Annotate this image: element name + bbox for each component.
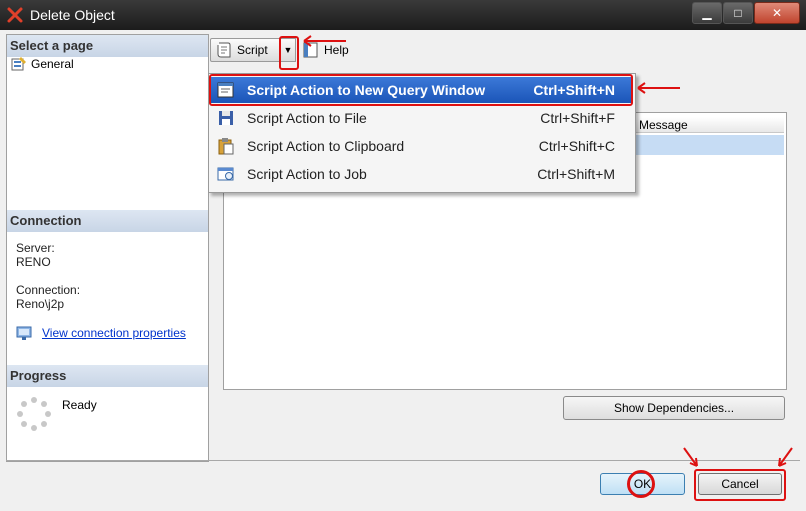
window-title: Delete Object <box>30 7 115 23</box>
message-column-header[interactable]: Message <box>634 117 784 133</box>
connection-label: Connection: <box>16 283 81 297</box>
connection-header: Connection <box>7 210 208 232</box>
annotation-arrow-icon <box>683 447 698 467</box>
annotation-arrow-icon <box>303 35 346 47</box>
script-label: Script <box>237 43 268 57</box>
menu-item-shortcut: Ctrl+Shift+M <box>537 166 615 182</box>
server-label: Server: <box>16 241 55 255</box>
menu-item-script-to-file[interactable]: Script Action to File Ctrl+Shift+F <box>211 105 631 131</box>
close-icon: ✕ <box>771 6 783 20</box>
page-item-general[interactable]: General <box>11 57 74 71</box>
annotation-circle-ok <box>627 470 655 498</box>
connection-properties-icon <box>16 326 32 340</box>
annotation-box-cancel <box>694 469 786 501</box>
menu-item-label: Script Action to Job <box>247 166 367 182</box>
progress-status: Ready <box>62 398 97 412</box>
menu-item-script-to-job[interactable]: Script Action to Job Ctrl+Shift+M <box>211 161 631 187</box>
select-page-header: Select a page <box>7 35 208 57</box>
window-controls: ▁ □ ✕ <box>691 2 800 24</box>
left-panel: Select a page General Connection Server:… <box>6 34 209 462</box>
minimize-icon: ▁ <box>702 6 712 20</box>
close-button[interactable]: ✕ <box>754 2 800 24</box>
annotation-box-menu-item <box>209 74 633 106</box>
job-icon <box>217 167 234 181</box>
maximize-icon: □ <box>734 6 742 20</box>
menu-item-label: Script Action to Clipboard <box>247 138 405 154</box>
menu-item-shortcut: Ctrl+Shift+F <box>540 110 615 126</box>
annotation-arrow-icon <box>778 447 793 467</box>
show-dependencies-button[interactable]: Show Dependencies... <box>563 396 785 420</box>
general-page-icon <box>11 57 26 71</box>
script-button[interactable]: Script <box>210 38 282 62</box>
progress-spinner-icon <box>17 397 51 431</box>
script-icon <box>217 42 231 58</box>
server-value: RENO <box>16 255 51 269</box>
page-item-label: General <box>31 57 74 71</box>
annotation-box-dropdown <box>279 36 299 70</box>
menu-item-shortcut: Ctrl+Shift+C <box>538 138 615 154</box>
annotation-arrow-icon <box>637 82 680 94</box>
progress-header: Progress <box>7 365 208 387</box>
maximize-button[interactable]: □ <box>723 2 753 24</box>
menu-item-script-to-clipboard[interactable]: Script Action to Clipboard Ctrl+Shift+C <box>211 133 631 159</box>
minimize-button[interactable]: ▁ <box>692 2 722 24</box>
delete-object-dialog: Delete Object ▁ □ ✕ Select a page Genera… <box>0 0 806 511</box>
view-connection-properties-label: View connection properties <box>42 326 186 340</box>
floppy-disk-icon <box>219 111 233 125</box>
connection-value: Reno\j2p <box>16 297 65 311</box>
title-bar[interactable]: Delete Object ▁ □ ✕ <box>0 0 806 30</box>
view-connection-properties-link[interactable]: View connection properties <box>16 325 186 341</box>
clipboard-icon <box>218 138 234 155</box>
delete-x-icon <box>7 7 23 23</box>
menu-item-label: Script Action to File <box>247 110 367 126</box>
selected-grid-row[interactable] <box>634 135 784 155</box>
